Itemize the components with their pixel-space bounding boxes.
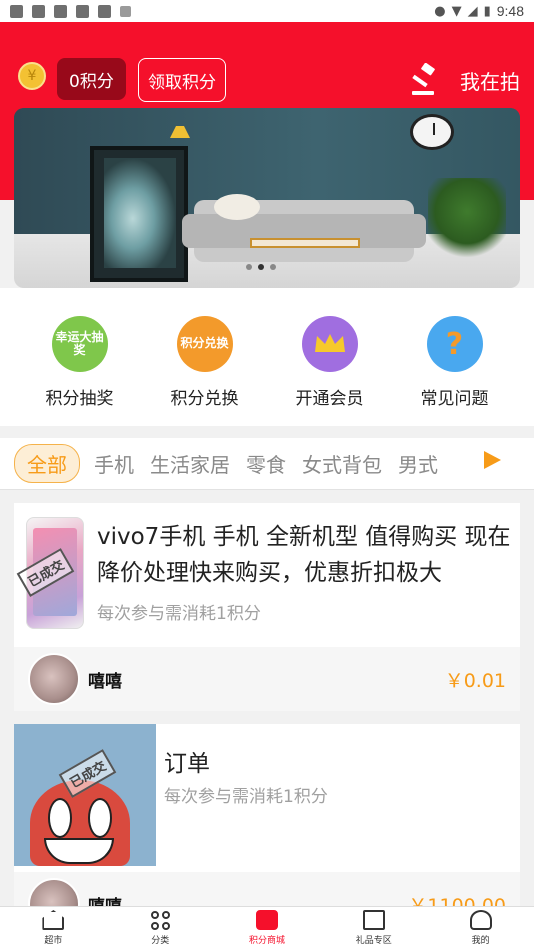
notification-icon [54,4,67,18]
nav-item-supermarket[interactable]: 超市 [0,907,107,950]
my-auctions-button[interactable]: 我在拍 [410,58,520,102]
coin-icon: ¥ [18,62,46,90]
notification-icon [10,4,23,18]
nav-label: 礼品专区 [355,936,392,946]
claim-points-button[interactable]: 领取积分 [138,58,226,102]
crown-icon [301,316,358,372]
cost-note: 每次参与需消耗1积分 [97,604,261,624]
user-icon [469,910,492,930]
page-dot[interactable] [258,264,264,270]
crab-eye [48,798,72,838]
notification-icon [32,4,45,18]
crab-mouth [44,838,114,864]
nav-item-category[interactable]: 分类 [107,907,214,950]
play-icon [483,451,501,469]
nav-label: 超市 [44,936,63,946]
signal-icon: ◢ [467,3,478,19]
tab-all[interactable]: 全部 [14,444,80,483]
nav-label: 分类 [151,936,170,946]
quick-item-faq[interactable]: ? 常见问题 [405,288,505,426]
location-icon: ● [434,3,446,19]
grid-icon [150,911,170,930]
quick-item-lottery[interactable]: 幸运大抽奖 积分抽奖 [30,288,130,426]
seller-name: 嘻嘻 [88,671,122,692]
tab-snacks[interactable]: 零食 [246,449,286,478]
notification-icon [76,4,89,18]
quick-menu: 幸运大抽奖 积分抽奖 积分兑换 积分兑换 开通会员 ? 常见问题 [0,288,534,426]
banner-image [250,238,360,248]
crab-eye [88,798,112,838]
quick-item-label: 开通会员 [295,389,364,409]
gift-icon [362,910,385,930]
banner-image [214,194,260,220]
my-auctions-label: 我在拍 [460,69,520,94]
banner-image [428,178,506,262]
quick-item-membership[interactable]: 开通会员 [280,288,380,426]
bottom-nav: 超市 分类 积分商城 礼品专区 我的 [0,906,534,950]
home-icon [42,910,65,930]
shopping-bag-icon [255,910,278,930]
tab-mens[interactable]: 男式 [398,449,438,478]
avatar[interactable] [28,653,80,705]
banner-image [90,146,188,282]
seller-row: 嘻嘻 ￥0.01 [14,647,520,711]
exchange-icon: 积分兑换 [176,316,233,372]
product-title: vivo7手机 手机 全新机型 值得购买 现在降价处理快来购买，优惠折扣极大 [97,524,511,586]
gavel-icon [412,63,435,95]
quick-item-label: 积分抽奖 [45,389,114,409]
banner-image [410,114,454,150]
quick-item-exchange[interactable]: 积分兑换 积分兑换 [155,288,255,426]
status-bar: ● ▼ ◢ ▮ 9:48 [0,0,534,22]
notification-icon [98,4,111,18]
page-dot[interactable] [270,264,276,270]
tab-phones[interactable]: 手机 [94,449,134,478]
notification-icon [120,5,131,17]
price: ￥0.01 [444,669,506,692]
quick-item-label: 积分兑换 [170,389,239,409]
cost-note: 每次参与需消耗1积分 [164,787,328,807]
promo-banner[interactable] [14,108,520,288]
product-card[interactable]: 已成交 vivo7手机 手机 全新机型 值得购买 现在降价处理快来购买，优惠折扣… [14,503,520,711]
product-title: 订单 [164,751,210,777]
product-card[interactable]: 已成交 订单 每次参与需消耗1积分 嘻嘻 ￥1100.00 [14,724,520,936]
product-image [14,724,156,866]
nav-item-points-mall[interactable]: 积分商城 [214,907,321,950]
category-tabs: 全部 手机 生活家居 零食 女式背包 男式 [0,438,534,490]
more-categories-button[interactable] [462,438,534,489]
clock-time: 9:48 [496,3,524,19]
nav-label: 我的 [471,936,490,946]
wifi-icon: ▼ [451,3,462,19]
battery-icon: ▮ [483,3,491,19]
banner-pagination [246,264,276,270]
points-balance[interactable]: 0积分 [57,58,126,100]
page-dot[interactable] [246,264,252,270]
tab-home-living[interactable]: 生活家居 [150,449,230,478]
nav-item-gifts[interactable]: 礼品专区 [320,907,427,950]
question-icon: ? [426,316,483,372]
nav-item-profile[interactable]: 我的 [427,907,534,950]
lottery-icon: 幸运大抽奖 [51,316,108,372]
quick-item-label: 常见问题 [420,389,489,409]
tab-womens-bags[interactable]: 女式背包 [302,449,382,478]
nav-label: 积分商城 [248,936,285,946]
